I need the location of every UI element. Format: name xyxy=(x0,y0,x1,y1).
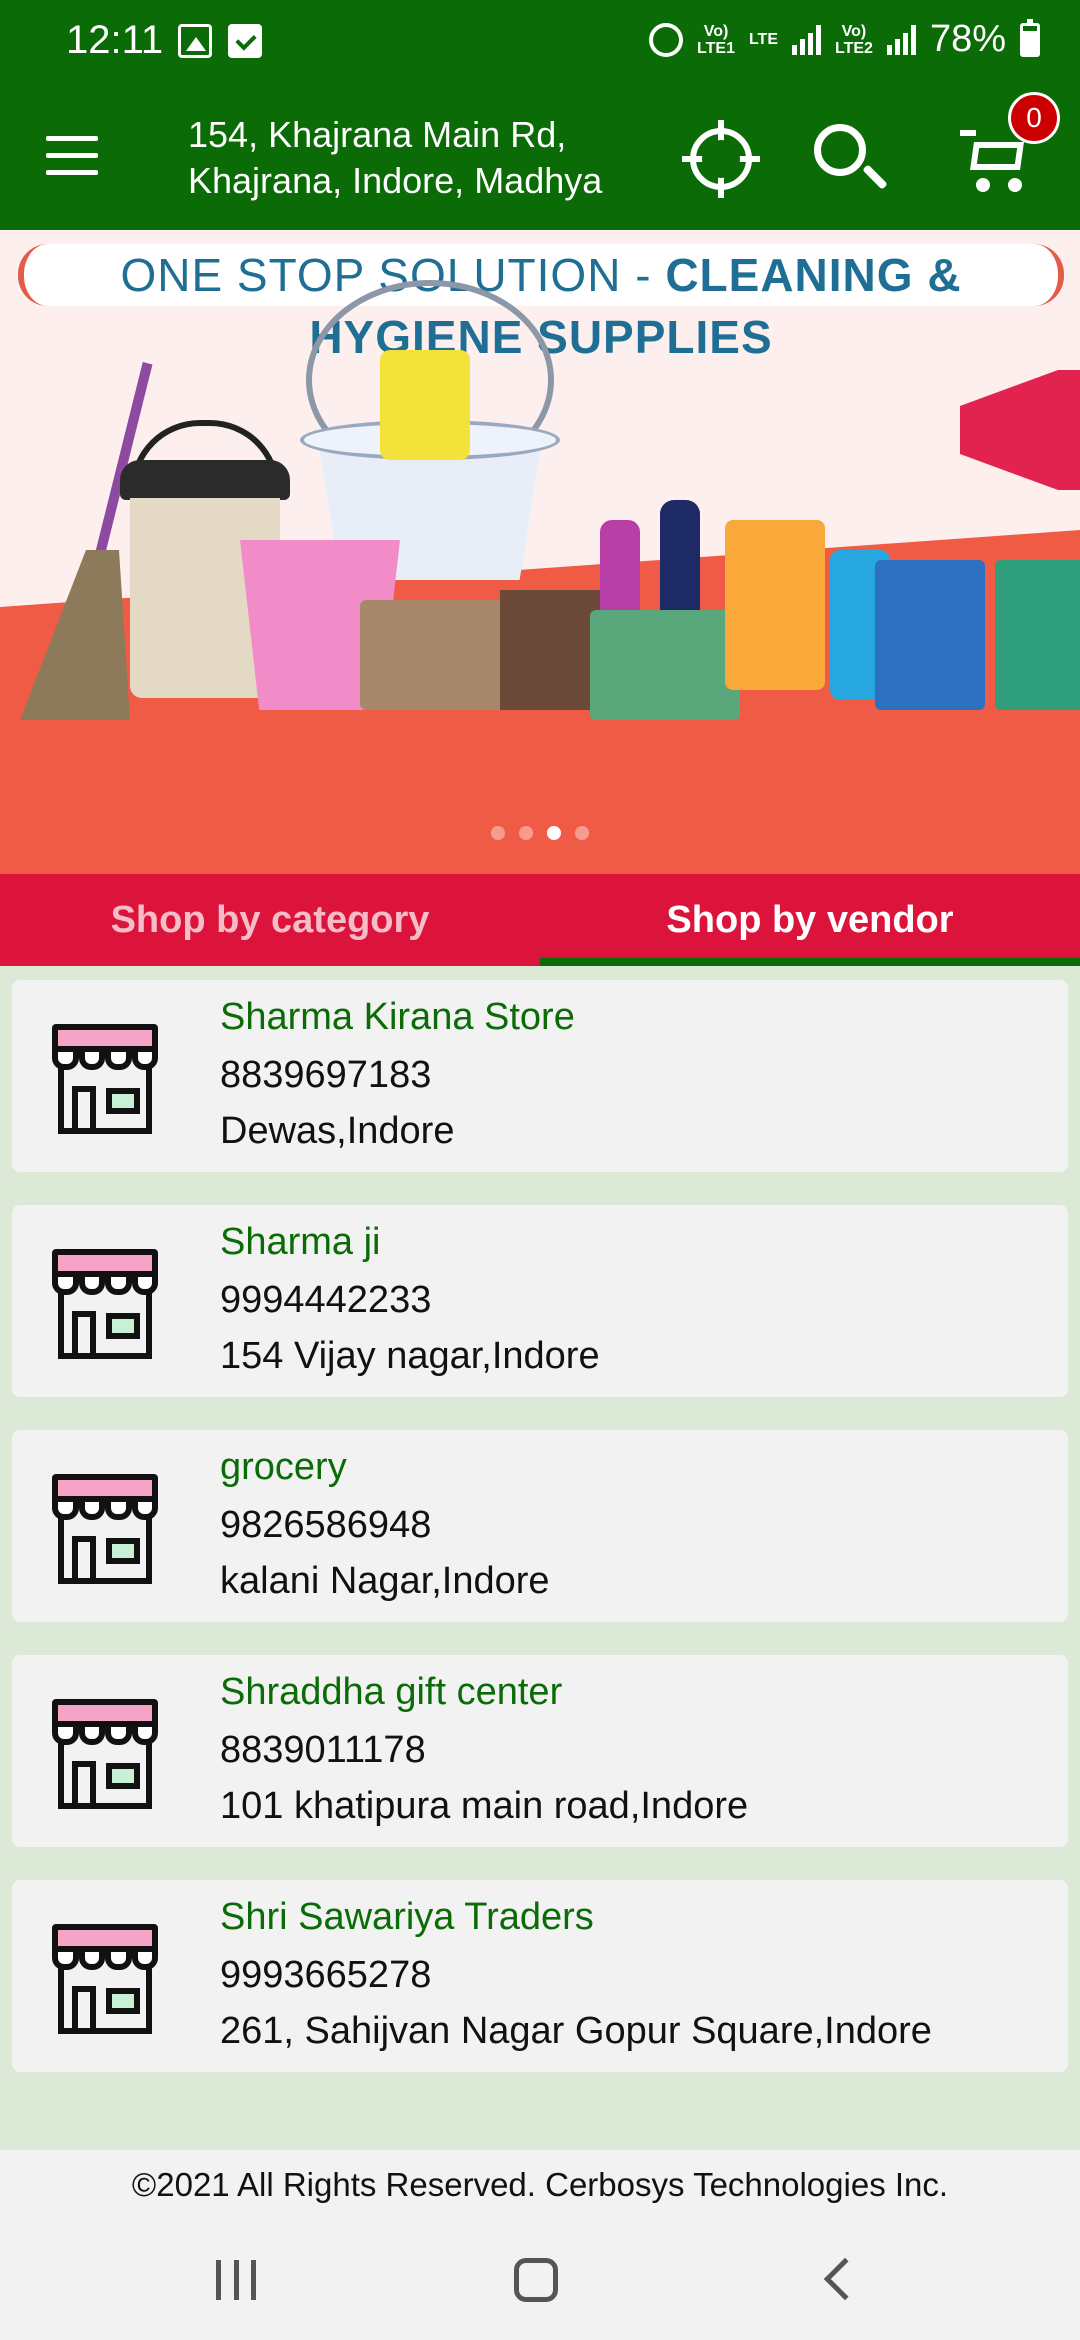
vendor-card[interactable]: Shraddha gift center 8839011178 101 khatip… xyxy=(12,1655,1068,1847)
network-tag-2: Vo) LTE2 xyxy=(835,23,873,57)
tab-shop-by-vendor[interactable]: Shop by vendor xyxy=(540,874,1080,966)
shop-icon xyxy=(46,1024,164,1134)
address-line-1: 154, Khajrana Main Rd, xyxy=(188,114,567,155)
vendor-name: grocery xyxy=(220,1446,347,1488)
vendor-phone: 8839011178 xyxy=(220,1729,426,1771)
shop-icon xyxy=(46,1924,164,2034)
vendor-address: 154 Vijay nagar,Indore xyxy=(220,1335,600,1377)
lte-tag: LTE xyxy=(748,31,778,48)
footer-copyright: ©2021 All Rights Reserved. Cerbosys Tech… xyxy=(0,2150,1080,2220)
image-icon xyxy=(178,24,212,58)
delivery-address[interactable]: 154, Khajrana Main Rd, Khajrana, Indore,… xyxy=(188,112,628,204)
vendor-name: Shri Sawariya Traders xyxy=(220,1896,594,1938)
shop-icon xyxy=(46,1699,164,1809)
system-nav-bar xyxy=(0,2220,1080,2340)
shop-tabs: Shop by category Shop by vendor xyxy=(0,874,1080,966)
toilet-cleaner-image xyxy=(660,500,700,620)
vendor-phone: 9993665278 xyxy=(220,1954,432,1996)
megaphone-icon xyxy=(960,370,1080,490)
vendor-phone: 9826586948 xyxy=(220,1504,432,1546)
tissue-roll-image xyxy=(875,560,985,710)
locate-icon[interactable] xyxy=(682,120,760,198)
vendor-name: Sharma Kirana Store xyxy=(220,996,575,1038)
alarm-icon xyxy=(649,22,684,57)
handwash-pouch-image xyxy=(725,520,825,690)
status-time: 12:11 xyxy=(66,18,164,62)
vendor-card[interactable]: Sharma Kirana Store 8839697183 Dewas,Indor… xyxy=(12,980,1068,1172)
net2-top: Vo) xyxy=(841,22,867,40)
home-icon[interactable] xyxy=(514,2258,558,2302)
back-icon[interactable] xyxy=(823,2257,867,2301)
vendor-address: 261, Sahijvan Nagar Gopur Square,Indore xyxy=(220,2010,932,2052)
shop-icon xyxy=(46,1474,164,1584)
shop-icon xyxy=(46,1249,164,1359)
check-icon xyxy=(228,24,262,58)
vendor-card[interactable]: Sharma ji 9994442233 154 Vijay nagar,Indor… xyxy=(12,1205,1068,1397)
status-right: Vo) LTE1 LTE Vo) LTE2 78% xyxy=(649,18,1040,61)
vendor-card[interactable]: Shri Sawariya Traders 9993665278 261, Sahi… xyxy=(12,1880,1068,2072)
battery-icon xyxy=(1020,18,1040,57)
vendor-name: Shraddha gift center xyxy=(220,1671,563,1713)
recents-icon[interactable] xyxy=(216,2260,256,2300)
vendor-address: Dewas,Indore xyxy=(220,1110,455,1152)
vendor-address: 101 khatipura main road,Indore xyxy=(220,1785,749,1827)
carousel-dot[interactable] xyxy=(547,826,561,840)
carousel-dots[interactable] xyxy=(0,826,1080,845)
net2-bottom: LTE2 xyxy=(835,39,873,57)
address-line-2: Khajrana, Indore, Madhya xyxy=(188,160,603,201)
net1-top: Vo) xyxy=(703,22,729,40)
vendor-address: kalani Nagar,Indore xyxy=(220,1560,550,1602)
signal-icon xyxy=(792,24,821,55)
banner-headline: ONE STOP SOLUTION - CLEANING & HYGIENE S… xyxy=(18,244,1064,363)
kitchen-towel-image xyxy=(995,560,1080,710)
menu-icon[interactable] xyxy=(46,136,98,176)
battery-percent: 78% xyxy=(929,18,1006,60)
sponge-pack-image xyxy=(380,350,470,460)
vendor-card[interactable]: grocery 9826586948 kalani Nagar,Indore xyxy=(12,1430,1068,1622)
detergent-bottle-image xyxy=(600,520,640,620)
status-bar: 12:11 Vo) LTE1 LTE Vo) LTE2 78% xyxy=(0,0,1080,84)
net1-bottom: LTE1 xyxy=(697,39,735,57)
search-icon[interactable] xyxy=(814,124,866,176)
vendor-phone: 9994442233 xyxy=(220,1279,432,1321)
app-bar: 154, Khajrana Main Rd, Khajrana, Indore,… xyxy=(0,84,1080,230)
promo-banner[interactable]: ONE STOP SOLUTION - CLEANING & HYGIENE S… xyxy=(0,230,1080,874)
network-tag-1: Vo) LTE1 xyxy=(697,23,735,57)
carousel-dot[interactable] xyxy=(491,826,505,840)
soap-boxes-image xyxy=(590,610,740,720)
tab-shop-by-category[interactable]: Shop by category xyxy=(0,874,540,966)
cart-count-badge: 0 xyxy=(1008,92,1060,144)
signal-icon xyxy=(886,24,916,55)
carousel-dot[interactable] xyxy=(519,826,533,840)
vendor-name: Sharma ji xyxy=(220,1221,381,1263)
carousel-dot[interactable] xyxy=(575,826,589,840)
status-notification-icons xyxy=(178,24,262,58)
vendor-phone: 8839697183 xyxy=(220,1054,432,1096)
